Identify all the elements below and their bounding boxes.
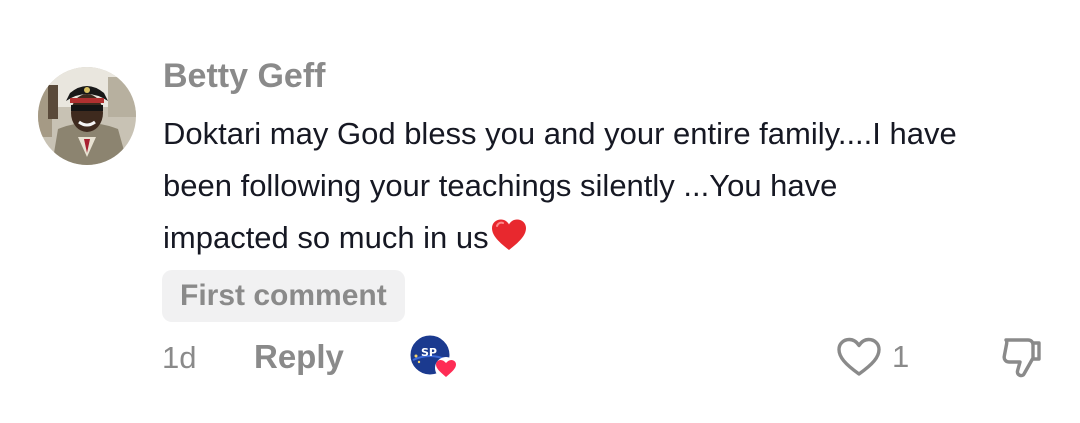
reply-button[interactable]: Reply: [254, 336, 344, 378]
comment-item: Betty Geff Doktari may God bless you and…: [0, 0, 1080, 423]
comment-text-line: been following your teachings silently .…: [163, 168, 838, 203]
thumbs-down-icon[interactable]: [998, 334, 1044, 380]
comment-text-line: Doktari may God bless you and your entir…: [163, 116, 957, 151]
creator-liked-indicator: SP: [409, 334, 461, 380]
creator-avatar-text: SP: [421, 346, 437, 359]
heart-emoji-icon: [491, 219, 526, 250]
username[interactable]: Betty Geff: [163, 56, 325, 96]
like-heart-icon[interactable]: [835, 336, 883, 378]
comment-text: Doktari may God bless you and your entir…: [163, 108, 1063, 264]
avatar-image: [38, 67, 136, 165]
like-count: 1: [892, 339, 910, 374]
first-comment-badge: First comment: [162, 270, 405, 322]
comment-timestamp: 1d: [162, 340, 197, 375]
comment-text-segment: impacted so much in us: [163, 220, 489, 255]
creator-liked-avatar-icon: SP: [409, 334, 457, 379]
comment-text-line: impacted so much in us: [163, 212, 1063, 264]
avatar[interactable]: [38, 67, 136, 165]
